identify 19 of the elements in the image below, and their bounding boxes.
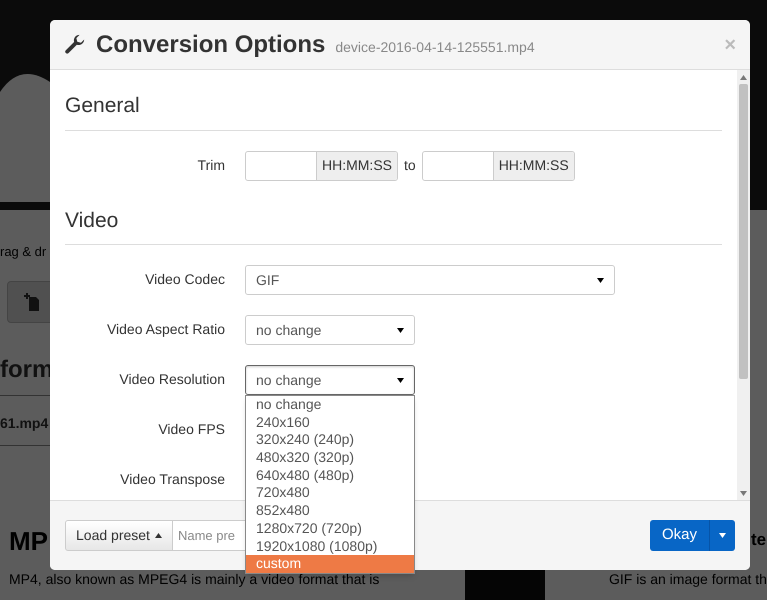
- section-heading: Video: [65, 204, 722, 245]
- card-text: MP4, also known as MPEG4 is mainly a video format that is: [9, 571, 380, 588]
- drop-hint: rag & dr: [0, 243, 46, 261]
- field-label: Video Transpose: [120, 471, 225, 487]
- range-separator: to: [404, 156, 416, 175]
- field-label: Video Aspect Ratio: [106, 321, 225, 337]
- file-name: 61.mp4: [0, 414, 48, 433]
- field-label: Trim: [198, 156, 225, 172]
- field-label: Video Codec: [145, 271, 225, 287]
- card-text: GIF is an image format th: [609, 571, 767, 588]
- card-title: te: [751, 529, 766, 551]
- card-title: MP: [9, 525, 48, 558]
- time-format-label: HH:MM:SS: [492, 152, 574, 180]
- field-label: Video FPS: [158, 421, 225, 437]
- time-format-label: HH:MM:SS: [316, 152, 397, 180]
- field-label: Video Resolution: [119, 371, 225, 387]
- dialog-title: Conversion Options: [96, 30, 326, 60]
- dialog-subtitle: device-2016-04-14-125551.mp4: [335, 38, 535, 57]
- section-heading: General: [65, 90, 722, 130]
